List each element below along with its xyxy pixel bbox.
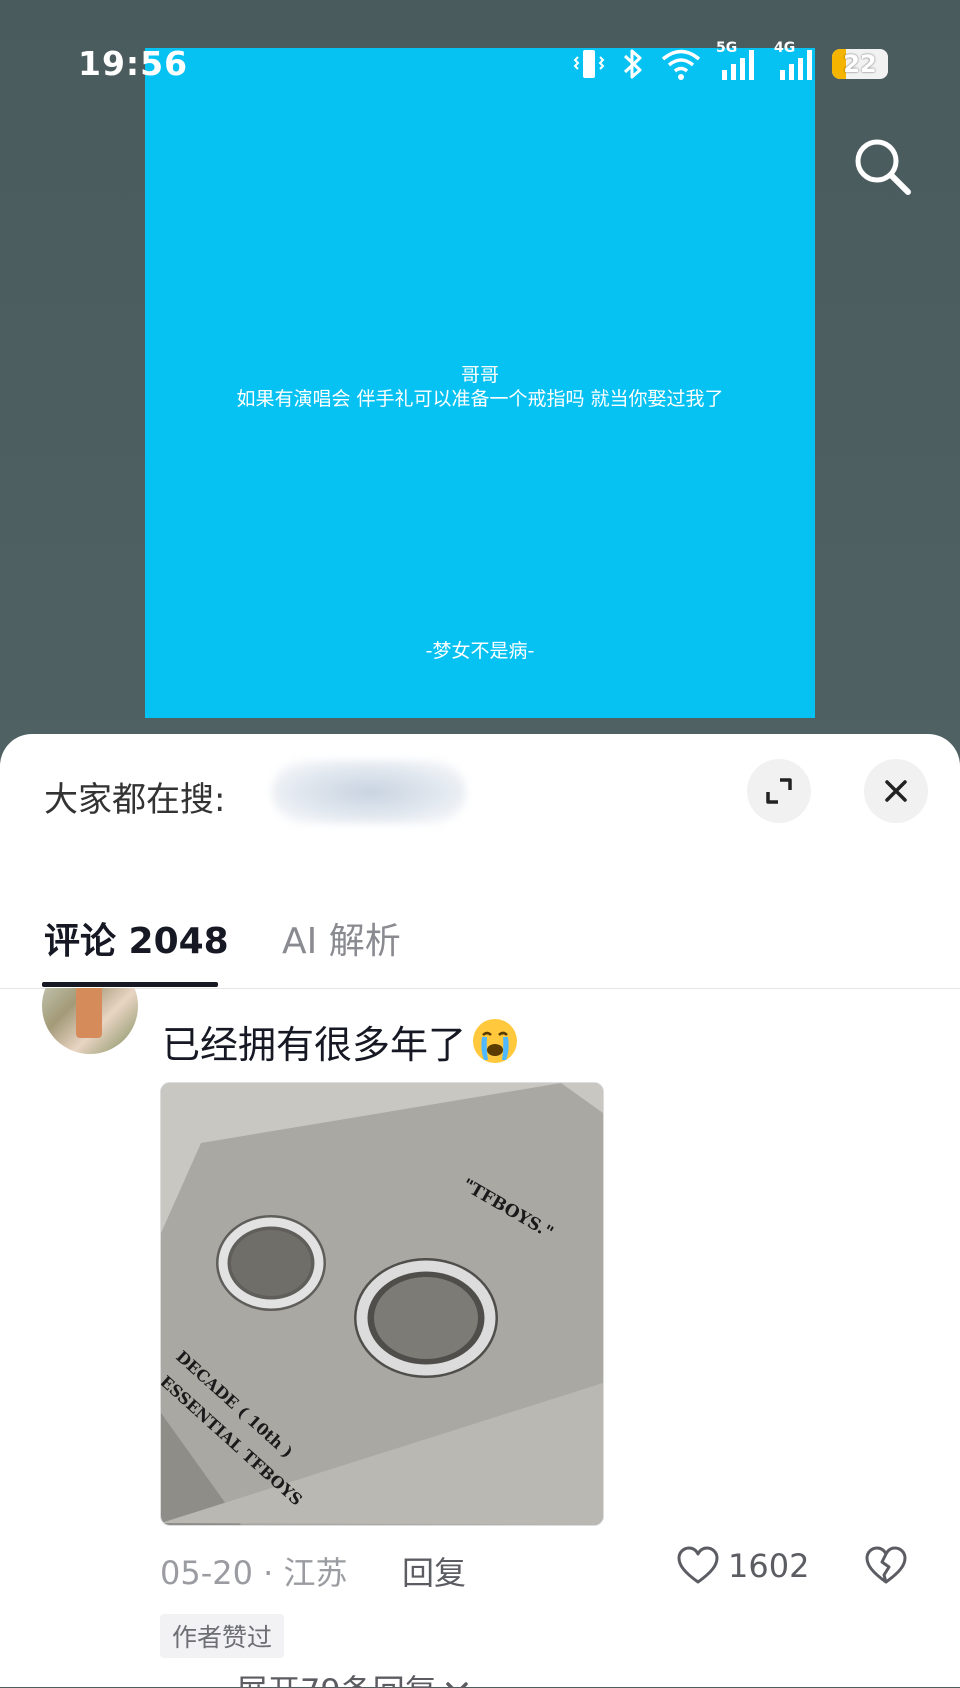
sheet-tabs: 评论 2048 AI 解析: [0, 874, 960, 990]
broken-heart-icon: [865, 1546, 907, 1584]
reply-button[interactable]: 回复: [402, 1548, 466, 1594]
vibrate-icon: [572, 47, 606, 81]
close-button[interactable]: [864, 759, 928, 823]
signal-4g-icon: 4G: [774, 40, 818, 82]
trending-search-term[interactable]: [272, 760, 466, 824]
search-button[interactable]: [852, 136, 914, 198]
status-icons: 5G 4G 22: [572, 40, 888, 84]
active-tab-indicator: [42, 982, 218, 987]
video-signature: -梦女不是病-: [425, 640, 535, 662]
comment-body: 已经拥有很多年了: [162, 1023, 467, 1067]
like-button[interactable]: 1602: [676, 1544, 809, 1588]
heart-icon: [677, 1546, 719, 1584]
trending-search-label: 大家都在搜:: [44, 780, 226, 820]
tab-comments[interactable]: 评论 2048: [44, 912, 229, 964]
status-bar: 19:56 5G 4G 22: [0, 0, 960, 130]
video-text-line2: 如果有演唱会 伴手礼可以准备一个戒指吗 就当你娶过我了: [236, 388, 724, 410]
comment-item: 已经拥有很多年了 "TFBOYS." DECADE ( 10th ) ESSEN…: [0, 988, 960, 1688]
comment-date-location: 05-20 · 江苏: [160, 1554, 348, 1592]
status-time: 19:56: [78, 44, 189, 83]
author-liked-badge: 作者赞过: [160, 1614, 285, 1658]
expand-replies-label: 展开79条回复: [236, 1666, 437, 1688]
comment-text: 已经拥有很多年了: [162, 1014, 520, 1069]
battery-level: 22: [843, 50, 877, 78]
bluetooth-icon: [620, 46, 646, 82]
comments-sheet: 大家都在搜: 评论 2048 AI 解析 已经拥有很多年了 "TFBOYS." …: [0, 734, 960, 1688]
avatar[interactable]: [42, 988, 138, 1054]
comment-image[interactable]: "TFBOYS." DECADE ( 10th ) ESSENTIAL TFBO…: [160, 1082, 604, 1526]
like-count: 1602: [728, 1547, 810, 1585]
fullscreen-button[interactable]: [747, 759, 811, 823]
signal-5g-icon: 5G: [716, 40, 760, 82]
expand-replies[interactable]: 展开79条回复: [160, 1666, 473, 1688]
dislike-button[interactable]: [864, 1544, 908, 1592]
wifi-icon: [660, 47, 702, 81]
close-icon: [885, 780, 907, 802]
video-text-line1: 哥哥: [460, 364, 499, 386]
search-icon: [855, 139, 911, 195]
crying-face-icon: [473, 1019, 518, 1063]
chevron-down-icon: [445, 1682, 468, 1688]
tab-ai-analysis[interactable]: AI 解析: [282, 912, 401, 964]
expand-icon: [766, 778, 792, 804]
battery-indicator: 22: [832, 49, 888, 79]
video-frame[interactable]: 哥哥 如果有演唱会 伴手礼可以准备一个戒指吗 就当你娶过我了 -梦女不是病-: [145, 48, 815, 718]
